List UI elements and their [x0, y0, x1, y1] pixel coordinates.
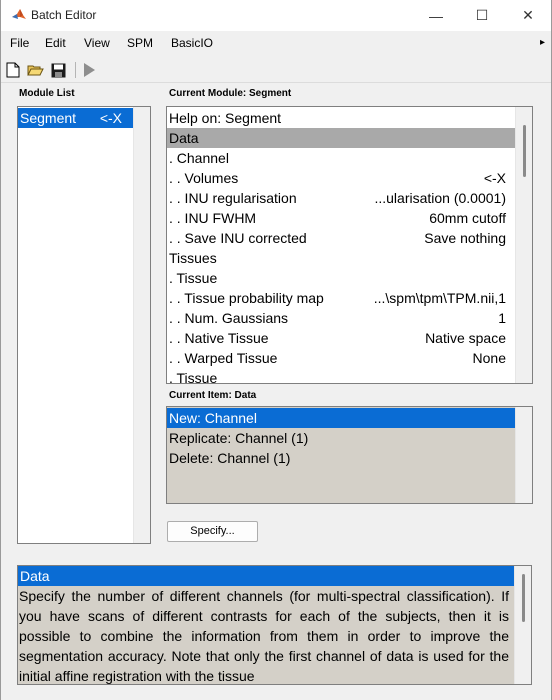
menu-file[interactable]: File	[10, 36, 29, 50]
minimize-button[interactable]: —	[413, 0, 459, 31]
module-field-row[interactable]: Tissues	[167, 248, 516, 268]
module-field-label: . . Num. Gaussians	[169, 310, 289, 326]
module-field-value: Save nothing	[424, 230, 506, 246]
open-button[interactable]	[26, 61, 44, 79]
new-file-button[interactable]	[4, 61, 22, 79]
module-field-value: 60mm cutoff	[429, 210, 506, 226]
close-icon: ✕	[522, 7, 534, 23]
module-field-value: None	[472, 350, 506, 366]
scroll-thumb[interactable]	[523, 125, 526, 177]
run-button[interactable]	[80, 61, 98, 79]
module-item-segment[interactable]: Segment <-X	[18, 108, 134, 128]
module-field-label: Data	[169, 130, 199, 146]
item-option-label: New: Channel	[169, 410, 257, 426]
help-panel: Data Specify the number of different cha…	[17, 565, 532, 685]
module-field-value: 1	[498, 310, 506, 326]
menu-spm[interactable]: SPM	[127, 36, 153, 50]
save-button[interactable]	[49, 61, 67, 79]
new-file-icon	[6, 62, 20, 78]
window-title: Batch Editor	[31, 8, 97, 22]
module-field-row[interactable]: . . Num. Gaussians 1	[167, 308, 516, 328]
minimize-icon: —	[429, 7, 443, 24]
module-field-row[interactable]: . . Tissue probability map ...\spm\tpm\TP…	[167, 288, 516, 308]
module-field-row[interactable]: . . Warped Tissue None	[167, 348, 516, 368]
module-field-row[interactable]: . . INU regularisation ...ularisation (0.…	[167, 188, 516, 208]
help-scrollbar[interactable]	[514, 566, 531, 684]
current-module-label: Current Module: Segment	[169, 88, 292, 99]
toolbar	[1, 58, 551, 83]
module-field-label: . . Warped Tissue	[169, 350, 278, 366]
menu-view[interactable]: View	[84, 36, 110, 50]
item-option-new-channel[interactable]: New: Channel	[167, 408, 516, 428]
module-field-label: . Tissue	[169, 270, 218, 286]
module-field-row[interactable]: . Channel	[167, 148, 516, 168]
maximize-button[interactable]: ☐	[459, 0, 505, 31]
module-field-label: . . INU regularisation	[169, 190, 297, 206]
module-field-label: . . Save INU corrected	[169, 230, 307, 246]
module-field-value: ...ularisation (0.0001)	[374, 190, 506, 206]
module-field-label: . Channel	[169, 150, 229, 166]
help-text: Specify the number of different channels…	[19, 588, 509, 684]
module-item-value: <-X	[99, 110, 122, 126]
module-field-row[interactable]: Data	[167, 128, 516, 148]
module-field-label: . . Tissue probability map	[169, 290, 324, 306]
module-list-scrollbar[interactable]	[133, 107, 150, 543]
module-list[interactable]: Segment <-X	[17, 106, 151, 544]
module-field-label: . Tissue	[169, 370, 218, 384]
module-field-label: Tissues	[169, 250, 217, 266]
menu-overflow-icon[interactable]: ▸	[540, 37, 545, 48]
menu-edit[interactable]: Edit	[45, 36, 66, 50]
item-option-replicate-channel[interactable]: Replicate: Channel (1)	[167, 428, 516, 448]
module-field-row[interactable]: . . INU FWHM 60mm cutoff	[167, 208, 516, 228]
open-folder-icon	[26, 65, 44, 76]
module-field-row[interactable]: . . Volumes <-X	[167, 168, 516, 188]
batch-editor-window: Batch Editor — ☐ ✕ File Edit View SPM Ba…	[0, 0, 552, 700]
item-option-label: Delete: Channel (1)	[169, 450, 291, 466]
module-field-value: ...\spm\tpm\TPM.nii,1	[373, 290, 506, 306]
module-field-row[interactable]: . Tissue	[167, 268, 516, 288]
current-item-scrollbar[interactable]	[515, 407, 532, 503]
run-icon	[84, 63, 95, 77]
current-module-scrollbar[interactable]	[515, 107, 532, 383]
current-item-list[interactable]: New: Channel Replicate: Channel (1) Dele…	[166, 406, 533, 504]
current-item-label: Current Item: Data	[169, 390, 257, 401]
module-field-value: <-X	[483, 170, 506, 186]
specify-button[interactable]: Specify...	[167, 521, 258, 542]
help-scroll-thumb[interactable]	[522, 574, 525, 622]
menu-bar: File Edit View SPM BasicIO ▸	[1, 32, 551, 54]
menu-basicio[interactable]: BasicIO	[171, 36, 213, 50]
item-option-delete-channel[interactable]: Delete: Channel (1)	[167, 448, 516, 468]
module-field-label: . . Native Tissue	[169, 330, 269, 346]
toolbar-separator	[75, 62, 76, 78]
save-icon	[51, 63, 65, 77]
matlab-icon	[12, 9, 26, 19]
module-field-label: Help on: Segment	[169, 110, 282, 126]
item-option-label: Replicate: Channel (1)	[169, 430, 309, 446]
current-module-list[interactable]: Help on: Segment Data . Channel . . Volumes…	[166, 106, 533, 384]
title-bar: Batch Editor — ☐ ✕	[1, 0, 551, 31]
module-item-label: Segment	[20, 110, 77, 126]
module-field-label: . . Volumes	[169, 170, 239, 186]
help-heading: Data	[18, 566, 531, 586]
module-list-label: Module List	[19, 88, 75, 99]
module-field-row[interactable]: . . Native Tissue Native space	[167, 328, 516, 348]
module-field-label: . . INU FWHM	[169, 210, 257, 226]
module-field-row[interactable]: . Tissue	[167, 368, 516, 384]
module-field-value: Native space	[425, 330, 506, 346]
maximize-icon: ☐	[475, 7, 489, 23]
module-field-row[interactable]: Help on: Segment	[167, 108, 516, 128]
module-field-row[interactable]: . . Save INU corrected Save nothing	[167, 228, 516, 248]
close-button[interactable]: ✕	[505, 0, 551, 31]
